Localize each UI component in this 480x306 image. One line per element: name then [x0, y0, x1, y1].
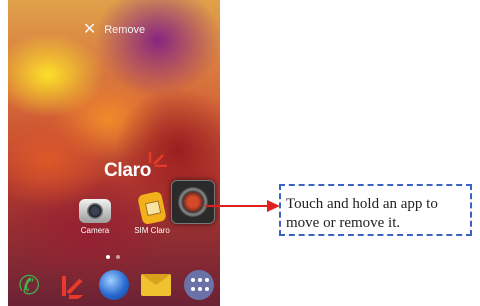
app-camera[interactable]: Camera — [68, 193, 122, 235]
page-indicator — [106, 255, 120, 259]
claro-rays-icon — [148, 152, 167, 167]
app-label: Camera — [80, 226, 110, 235]
phone-screen: ✕ Remove Claro Camera SIM Claro ✆ — [8, 0, 220, 306]
phone-icon[interactable]: ✆ — [14, 270, 44, 300]
instruction-callout: Touch and hold an app to move or remove … — [279, 184, 472, 236]
dial-icon — [178, 187, 208, 217]
claro-logo: Claro — [104, 160, 152, 181]
close-icon: ✕ — [82, 21, 97, 38]
camera-icon — [79, 199, 111, 223]
dock: ✆ — [8, 264, 220, 306]
page-dot — [106, 255, 110, 259]
claro-icon[interactable] — [57, 270, 87, 300]
globe-icon[interactable] — [98, 270, 129, 300]
app-drawer-icon[interactable] — [183, 270, 214, 300]
app-label: SIM Claro — [134, 226, 170, 235]
page-dot — [116, 255, 120, 259]
remove-label: Remove — [104, 24, 146, 36]
sim-card-icon — [137, 190, 167, 226]
remove-drop-target[interactable]: ✕ Remove — [8, 22, 220, 38]
callout-text: Touch and hold an app to move or remove … — [286, 196, 438, 231]
mail-icon[interactable] — [141, 274, 172, 296]
pointer-arrow — [205, 200, 280, 212]
